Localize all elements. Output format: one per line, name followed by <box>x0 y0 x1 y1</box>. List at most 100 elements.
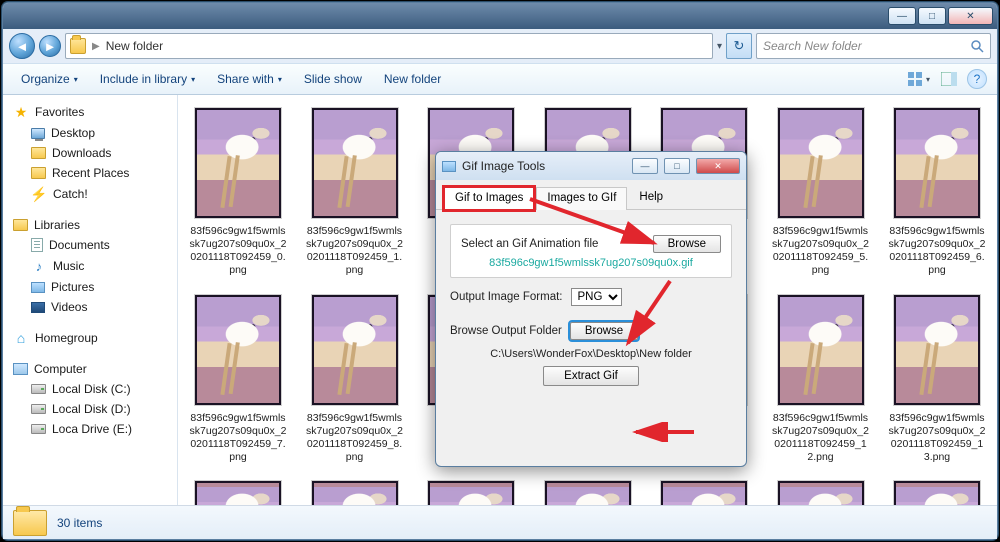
help-button[interactable]: ? <box>967 69 987 89</box>
folder-icon <box>70 38 86 54</box>
address-dropdown[interactable]: ▾ <box>717 41 722 52</box>
back-button[interactable]: ◄ <box>9 33 35 59</box>
dialog-tabs: Gif to Images Images to GIf Help <box>436 180 746 210</box>
extract-gif-button[interactable]: Extract Gif <box>543 366 639 386</box>
search-input[interactable]: Search New folder <box>756 33 991 59</box>
sidebar-item-music[interactable]: ♪Music <box>9 255 177 277</box>
output-format-select[interactable]: PNG <box>571 288 622 306</box>
input-group: Select an Gif Animation file Browse 83f5… <box>450 224 732 278</box>
sidebar-item-pictures[interactable]: Pictures <box>9 277 177 297</box>
search-icon <box>970 39 984 53</box>
sidebar-item-drive-d[interactable]: Local Disk (D:) <box>9 399 177 419</box>
file-name: 83f596c9gw1f5wmlssk7ug207s09qu0x_2020111… <box>769 412 873 465</box>
sidebar-item-drive-e[interactable]: Loca Drive (E:) <box>9 419 177 439</box>
homegroup-header[interactable]: ⌂Homegroup <box>9 327 177 349</box>
file-name: 83f596c9gw1f5wmlssk7ug207s09qu0x_2020111… <box>769 225 873 278</box>
homegroup-icon: ⌂ <box>13 330 29 346</box>
sidebar-item-documents[interactable]: Documents <box>9 235 177 255</box>
sidebar-item-drive-c[interactable]: Local Disk (C:) <box>9 379 177 399</box>
preview-pane-button[interactable] <box>937 68 961 90</box>
file-item[interactable]: 83f596c9gw1f5wmlssk7ug207s09qu0x_2020111… <box>769 107 873 278</box>
file-thumbnail <box>660 480 748 505</box>
file-thumbnail <box>544 480 632 505</box>
dialog-maximize-button[interactable]: □ <box>664 158 690 174</box>
catch-icon: ⚡ <box>31 186 47 202</box>
file-item[interactable]: 83f596c9gw1f5wmlssk7ug207s09qu0x_2020111… <box>885 107 989 278</box>
dialog-close-button[interactable]: ✕ <box>696 158 740 174</box>
output-format-label: Output Image Format: <box>450 291 563 303</box>
file-item[interactable]: 83f596c9gw1f5wmlssk7ug207s09qu0x_2020111… <box>769 294 873 465</box>
browse-input-button[interactable]: Browse <box>653 235 721 253</box>
forward-button[interactable]: ► <box>39 35 61 57</box>
slideshow-button[interactable]: Slide show <box>296 68 370 90</box>
drive-icon <box>31 424 46 434</box>
sidebar-item-videos[interactable]: Videos <box>9 297 177 317</box>
drive-icon <box>31 384 46 394</box>
file-thumbnail <box>194 294 282 406</box>
sidebar: ★Favorites Desktop Downloads Recent Plac… <box>3 95 178 505</box>
refresh-button[interactable]: ↻ <box>726 33 752 59</box>
file-item[interactable]: 83f596c9gw1f5wmlssk7ug207s09qu0x_2020111… <box>186 294 290 465</box>
favorites-header[interactable]: ★Favorites <box>9 101 177 123</box>
pictures-icon <box>31 282 45 293</box>
file-item[interactable] <box>186 480 290 505</box>
file-name: 83f596c9gw1f5wmlssk7ug207s09qu0x_2020111… <box>186 412 290 465</box>
selected-file-link[interactable]: 83f596c9gw1f5wmlssk7ug207s09qu0x.gif <box>461 257 721 269</box>
sidebar-item-catch[interactable]: ⚡Catch! <box>9 183 177 205</box>
sidebar-item-recent[interactable]: Recent Places <box>9 163 177 183</box>
dialog-minimize-button[interactable]: — <box>632 158 658 174</box>
include-in-library-menu[interactable]: Include in library▾ <box>92 68 203 90</box>
new-folder-button[interactable]: New folder <box>376 68 449 90</box>
file-name: 83f596c9gw1f5wmlssk7ug207s09qu0x_2020111… <box>303 412 407 465</box>
file-item[interactable] <box>885 480 989 505</box>
libraries-icon <box>13 219 28 231</box>
browse-output-button[interactable]: Browse <box>570 322 638 340</box>
toolbar: Organize▾ Include in library▾ Share with… <box>3 63 997 95</box>
maximize-button[interactable]: □ <box>918 7 946 25</box>
file-thumbnail <box>427 480 515 505</box>
file-thumbnail <box>194 107 282 219</box>
close-button[interactable]: ✕ <box>948 7 993 25</box>
explorer-titlebar: — □ ✕ <box>3 3 997 29</box>
file-item[interactable] <box>419 480 523 505</box>
file-thumbnail <box>311 480 399 505</box>
star-icon: ★ <box>13 104 29 120</box>
file-thumbnail <box>311 294 399 406</box>
file-item[interactable] <box>769 480 873 505</box>
sidebar-item-desktop[interactable]: Desktop <box>9 123 177 143</box>
recent-icon <box>31 167 46 179</box>
share-with-menu[interactable]: Share with▾ <box>209 68 290 90</box>
file-name: 83f596c9gw1f5wmlssk7ug207s09qu0x_2020111… <box>885 225 989 278</box>
file-item[interactable]: 83f596c9gw1f5wmlssk7ug207s09qu0x_2020111… <box>303 294 407 465</box>
drive-icon <box>31 404 46 414</box>
tab-images-to-gif[interactable]: Images to GIf <box>536 187 627 210</box>
file-name: 83f596c9gw1f5wmlssk7ug207s09qu0x_2020111… <box>303 225 407 278</box>
file-thumbnail <box>893 107 981 219</box>
document-icon <box>31 238 43 252</box>
app-icon <box>442 161 456 172</box>
output-path: C:\Users\WonderFox\Desktop\New folder <box>450 348 732 360</box>
output-folder-label: Browse Output Folder <box>450 325 562 337</box>
computer-header[interactable]: Computer <box>9 359 177 379</box>
file-item[interactable] <box>536 480 640 505</box>
dialog-titlebar[interactable]: Gif Image Tools — □ ✕ <box>436 152 746 180</box>
sidebar-item-downloads[interactable]: Downloads <box>9 143 177 163</box>
search-placeholder: Search New folder <box>763 39 862 53</box>
view-menu[interactable]: ▾ <box>907 68 931 90</box>
organize-menu[interactable]: Organize▾ <box>13 68 86 90</box>
file-name: 83f596c9gw1f5wmlssk7ug207s09qu0x_2020111… <box>186 225 290 278</box>
file-item[interactable] <box>303 480 407 505</box>
file-thumbnail <box>777 107 865 219</box>
address-bar[interactable]: ▶ New folder <box>65 33 713 59</box>
file-item[interactable]: 83f596c9gw1f5wmlssk7ug207s09qu0x_2020111… <box>885 294 989 465</box>
minimize-button[interactable]: — <box>888 7 916 25</box>
file-item[interactable]: 83f596c9gw1f5wmlssk7ug207s09qu0x_2020111… <box>303 107 407 278</box>
address-text: New folder <box>106 39 163 53</box>
file-item[interactable] <box>652 480 756 505</box>
tab-help[interactable]: Help <box>629 187 673 210</box>
libraries-header[interactable]: Libraries <box>9 215 177 235</box>
gif-tools-dialog: Gif Image Tools — □ ✕ Gif to Images Imag… <box>435 151 747 467</box>
file-item[interactable]: 83f596c9gw1f5wmlssk7ug207s09qu0x_2020111… <box>186 107 290 278</box>
tab-gif-to-images[interactable]: Gif to Images <box>444 187 534 210</box>
music-icon: ♪ <box>31 258 47 274</box>
